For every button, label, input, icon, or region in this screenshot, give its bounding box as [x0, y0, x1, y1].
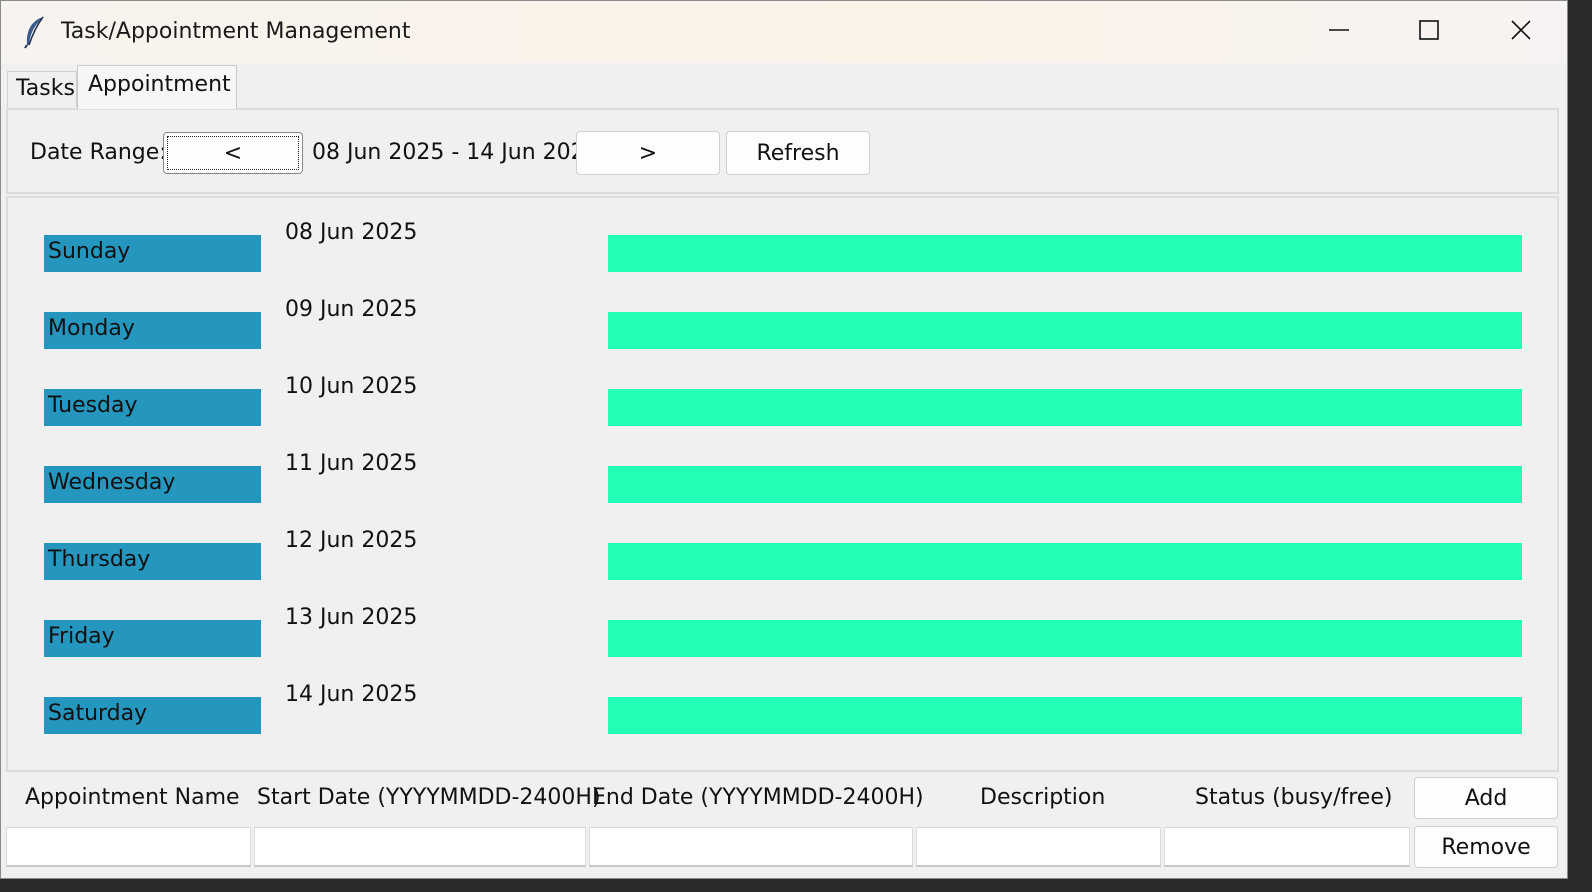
week-schedule: Sunday 08 Jun 2025 Monday 09 Jun 2025 Tu… — [6, 196, 1559, 772]
tab-tasks[interactable]: Tasks — [7, 71, 77, 107]
title-bar[interactable]: Task/Appointment Management — [1, 1, 1567, 63]
refresh-label: Refresh — [756, 140, 840, 166]
window-title: Task/Appointment Management — [61, 19, 411, 44]
maximize-icon — [1417, 18, 1441, 46]
day-row-saturday: Saturday 14 Jun 2025 — [8, 660, 1557, 737]
next-week-button[interactable]: > — [576, 131, 720, 175]
start-date-label: Start Date (YYYYMMDD-2400H) — [257, 785, 601, 810]
date-range-label: Date Range: — [30, 140, 167, 165]
feather-icon — [21, 15, 49, 49]
end-date-input[interactable] — [589, 827, 913, 867]
app-window: Task/Appointment Management Tasks Appoin… — [0, 0, 1568, 879]
remove-appointment-button[interactable]: Remove — [1414, 826, 1558, 868]
previous-week-button[interactable]: < — [163, 132, 303, 174]
status-input[interactable] — [1164, 827, 1410, 867]
status-label: Status (busy/free) — [1195, 785, 1393, 810]
day-date-tuesday: 10 Jun 2025 — [285, 374, 418, 399]
appointment-name-label: Appointment Name — [25, 785, 240, 810]
date-range-toolbar: Date Range: < 08 Jun 2025 - 14 Jun 2025 … — [6, 108, 1559, 194]
day-date-monday: 09 Jun 2025 — [285, 297, 418, 322]
day-date-sunday: 08 Jun 2025 — [285, 220, 418, 245]
day-row-thursday: Thursday 12 Jun 2025 — [8, 506, 1557, 583]
day-row-wednesday: Wednesday 11 Jun 2025 — [8, 429, 1557, 506]
maximize-button[interactable] — [1399, 9, 1459, 55]
day-label-friday: Friday — [44, 620, 261, 657]
description-label: Description — [980, 785, 1106, 810]
refresh-button[interactable]: Refresh — [726, 131, 870, 175]
appointment-name-input[interactable] — [6, 827, 251, 867]
focus-ring — [167, 136, 299, 170]
tab-bar: Tasks Appointment — [1, 63, 1567, 109]
close-icon — [1509, 18, 1533, 46]
minimize-icon — [1327, 18, 1351, 46]
availability-bar-monday — [608, 312, 1522, 349]
availability-bar-saturday — [608, 697, 1522, 734]
day-row-friday: Friday 13 Jun 2025 — [8, 583, 1557, 660]
next-week-label: > — [638, 140, 658, 166]
date-range-text: 08 Jun 2025 - 14 Jun 2025 — [312, 140, 599, 165]
availability-bar-sunday — [608, 235, 1522, 272]
day-date-wednesday: 11 Jun 2025 — [285, 451, 418, 476]
end-date-label: End Date (YYYYMMDD-2400H) — [592, 785, 924, 810]
day-date-thursday: 12 Jun 2025 — [285, 528, 418, 553]
start-date-input[interactable] — [254, 827, 586, 867]
day-row-monday: Monday 09 Jun 2025 — [8, 275, 1557, 352]
minimize-button[interactable] — [1309, 9, 1369, 55]
day-row-tuesday: Tuesday 10 Jun 2025 — [8, 352, 1557, 429]
remove-label: Remove — [1441, 834, 1531, 860]
availability-bar-friday — [608, 620, 1522, 657]
add-label: Add — [1464, 785, 1508, 811]
close-button[interactable] — [1491, 9, 1551, 55]
day-label-wednesday: Wednesday — [44, 466, 261, 503]
availability-bar-tuesday — [608, 389, 1522, 426]
add-appointment-button[interactable]: Add — [1414, 777, 1558, 819]
appointment-form: Appointment Name Start Date (YYYYMMDD-24… — [1, 773, 1567, 878]
availability-bar-thursday — [608, 543, 1522, 580]
description-input[interactable] — [916, 827, 1161, 867]
day-label-saturday: Saturday — [44, 697, 261, 734]
day-label-sunday: Sunday — [44, 235, 261, 272]
day-label-thursday: Thursday — [44, 543, 261, 580]
tab-appointment[interactable]: Appointment — [77, 65, 237, 109]
day-date-saturday: 14 Jun 2025 — [285, 682, 418, 707]
day-label-monday: Monday — [44, 312, 261, 349]
day-date-friday: 13 Jun 2025 — [285, 605, 418, 630]
day-row-sunday: Sunday 08 Jun 2025 — [8, 198, 1557, 275]
day-label-tuesday: Tuesday — [44, 389, 261, 426]
availability-bar-wednesday — [608, 466, 1522, 503]
